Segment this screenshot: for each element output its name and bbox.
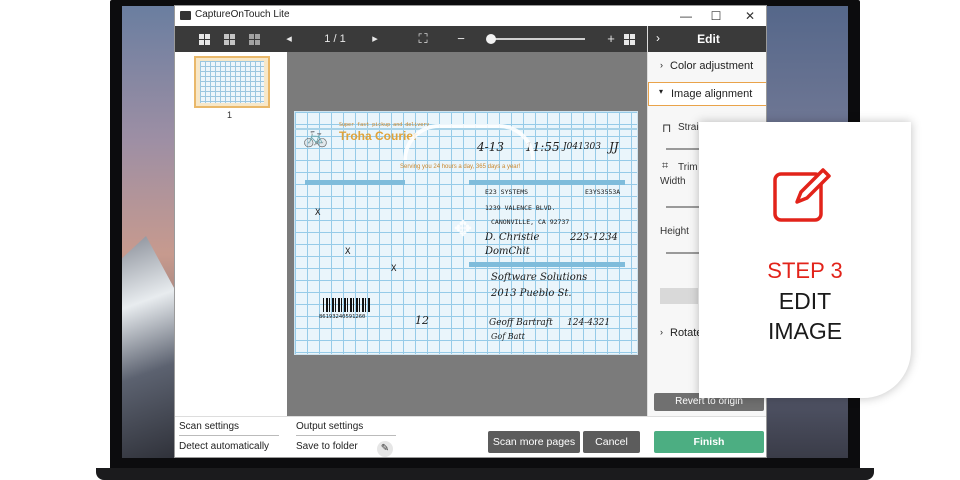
contact-signature: DomChit (485, 246, 530, 257)
zoom-slider-handle[interactable] (486, 34, 496, 44)
step-number: STEP 3 (767, 258, 843, 283)
close-button[interactable]: ✕ (735, 7, 765, 25)
step-card: STEP 3 EDIT IMAGE (699, 122, 911, 398)
rotate-label: Rotate (670, 327, 703, 339)
edit-panel-header: › Edit (648, 26, 766, 52)
straighten-icon: ⊓ (662, 121, 672, 135)
tracking-barcode (323, 298, 371, 312)
previous-page-button[interactable]: ◂ (283, 26, 295, 52)
width-label: Width (660, 176, 686, 187)
checkbox-mark-3: X (391, 264, 397, 274)
thumbnail-page-number: 1 (227, 110, 233, 120)
box-value: 12 (415, 314, 429, 327)
image-alignment-section[interactable]: ▾ Image alignment (648, 82, 766, 106)
zoom-out-button[interactable]: − (455, 26, 467, 52)
scanned-document[interactable]: Super fast pickup and delivery Troha Cou… (294, 111, 638, 355)
edit-panel-title: Edit (697, 32, 720, 46)
finish-button[interactable]: Finish (654, 431, 764, 453)
grid-view-2-icon[interactable] (220, 26, 238, 52)
scan-settings-value[interactable]: Detect automatically (179, 441, 269, 452)
sender-company: E23 SYSTEMS (485, 188, 529, 196)
pencil-icon[interactable]: ✎ (377, 441, 393, 457)
thumbnail-image (200, 61, 264, 103)
courier-bike-icon: 🚲 (303, 126, 328, 148)
scan-more-pages-button[interactable]: Scan more pages (488, 431, 580, 453)
cancel-button[interactable]: Cancel (583, 431, 640, 453)
laptop-base (96, 468, 874, 480)
contact-phone: 223-1234 (570, 232, 618, 243)
window-title: CaptureOnTouch Lite (195, 9, 290, 20)
tagline: Serving you 24 hours a day, 365 days a y… (400, 164, 521, 170)
trim-label: Trim (678, 162, 698, 173)
move-arrows-icon[interactable]: ✥ (450, 216, 476, 242)
sender-city: CANONVILLE, CA 92737 (491, 218, 570, 226)
next-page-button[interactable]: ▸ (369, 26, 381, 52)
thumbnail-panel: 1 (175, 52, 288, 416)
receiver-phone: 124-4321 (567, 318, 611, 328)
edit-square-icon (773, 168, 831, 222)
sender-code: E3YS3553A (585, 188, 621, 196)
checkbox-mark-2: X (345, 247, 351, 257)
chevron-down-icon: ▾ (659, 87, 664, 96)
app-window: CaptureOnTouch Lite — ☐ ✕ ◂ 1 / 1 ▸ ⛶ − … (174, 5, 767, 458)
rotate-arrow-icon (403, 124, 535, 160)
company-line: Super fast pickup and delivery (339, 122, 430, 128)
receiver-name: Geoff Bartraft (489, 318, 553, 328)
chevron-right-icon: › (660, 327, 663, 337)
fit-to-window-icon[interactable]: ⛶ (415, 26, 431, 52)
recipient-street: 2013 Pueblo St. (491, 288, 572, 299)
trim-icon: ⌗ (662, 160, 669, 172)
code-field: J041303 (563, 142, 601, 152)
page-indicator: 1 / 1 (324, 33, 346, 45)
step-text-line-2: IMAGE (767, 318, 843, 344)
chevron-right-icon: › (660, 60, 663, 70)
output-settings-value[interactable]: Save to folder (296, 441, 358, 452)
color-adjustment-label: Color adjustment (670, 60, 754, 72)
image-preview-area: Super fast pickup and delivery Troha Cou… (287, 52, 647, 416)
maximize-button[interactable]: ☐ (701, 7, 731, 25)
sender-street: 1239 VALENCE BLVD. (485, 204, 556, 212)
scanner-app-icon (180, 11, 191, 20)
zoom-in-button[interactable]: + (605, 26, 617, 52)
height-label: Height (660, 226, 689, 237)
initials-field: JJ (609, 140, 619, 154)
barcode-number: 86193240591260 (319, 314, 366, 320)
image-alignment-label: Image alignment (671, 88, 753, 100)
scan-settings-title: Scan settings (179, 421, 240, 432)
output-settings-title: Output settings (296, 421, 364, 432)
preview-toolbar: ◂ 1 / 1 ▸ ⛶ − + (175, 26, 647, 52)
page-thumbnail[interactable] (194, 56, 270, 108)
step-text-line-1: EDIT (778, 288, 832, 314)
contact-name: D. Christie (485, 232, 540, 243)
color-adjustment-section[interactable]: › Color adjustment (648, 56, 766, 78)
zoom-slider[interactable] (493, 38, 585, 40)
checkbox-mark-1: X (315, 208, 321, 218)
thumbnail-grid-icon[interactable] (621, 26, 637, 52)
recipient-company: Software Solutions (491, 272, 588, 283)
title-bar: CaptureOnTouch Lite — ☐ ✕ (175, 6, 766, 26)
minimize-button[interactable]: — (671, 7, 701, 25)
bottom-bar: Scan settings Detect automatically Outpu… (175, 416, 766, 457)
grid-view-icon[interactable] (195, 26, 213, 52)
receiver-signature: Gof Batt (491, 332, 525, 341)
company-name: Troha Courier (339, 129, 418, 143)
grid-view-3-icon[interactable] (245, 26, 263, 52)
wallpaper-mountain (122, 236, 182, 458)
trim-apply-button[interactable] (660, 288, 698, 304)
